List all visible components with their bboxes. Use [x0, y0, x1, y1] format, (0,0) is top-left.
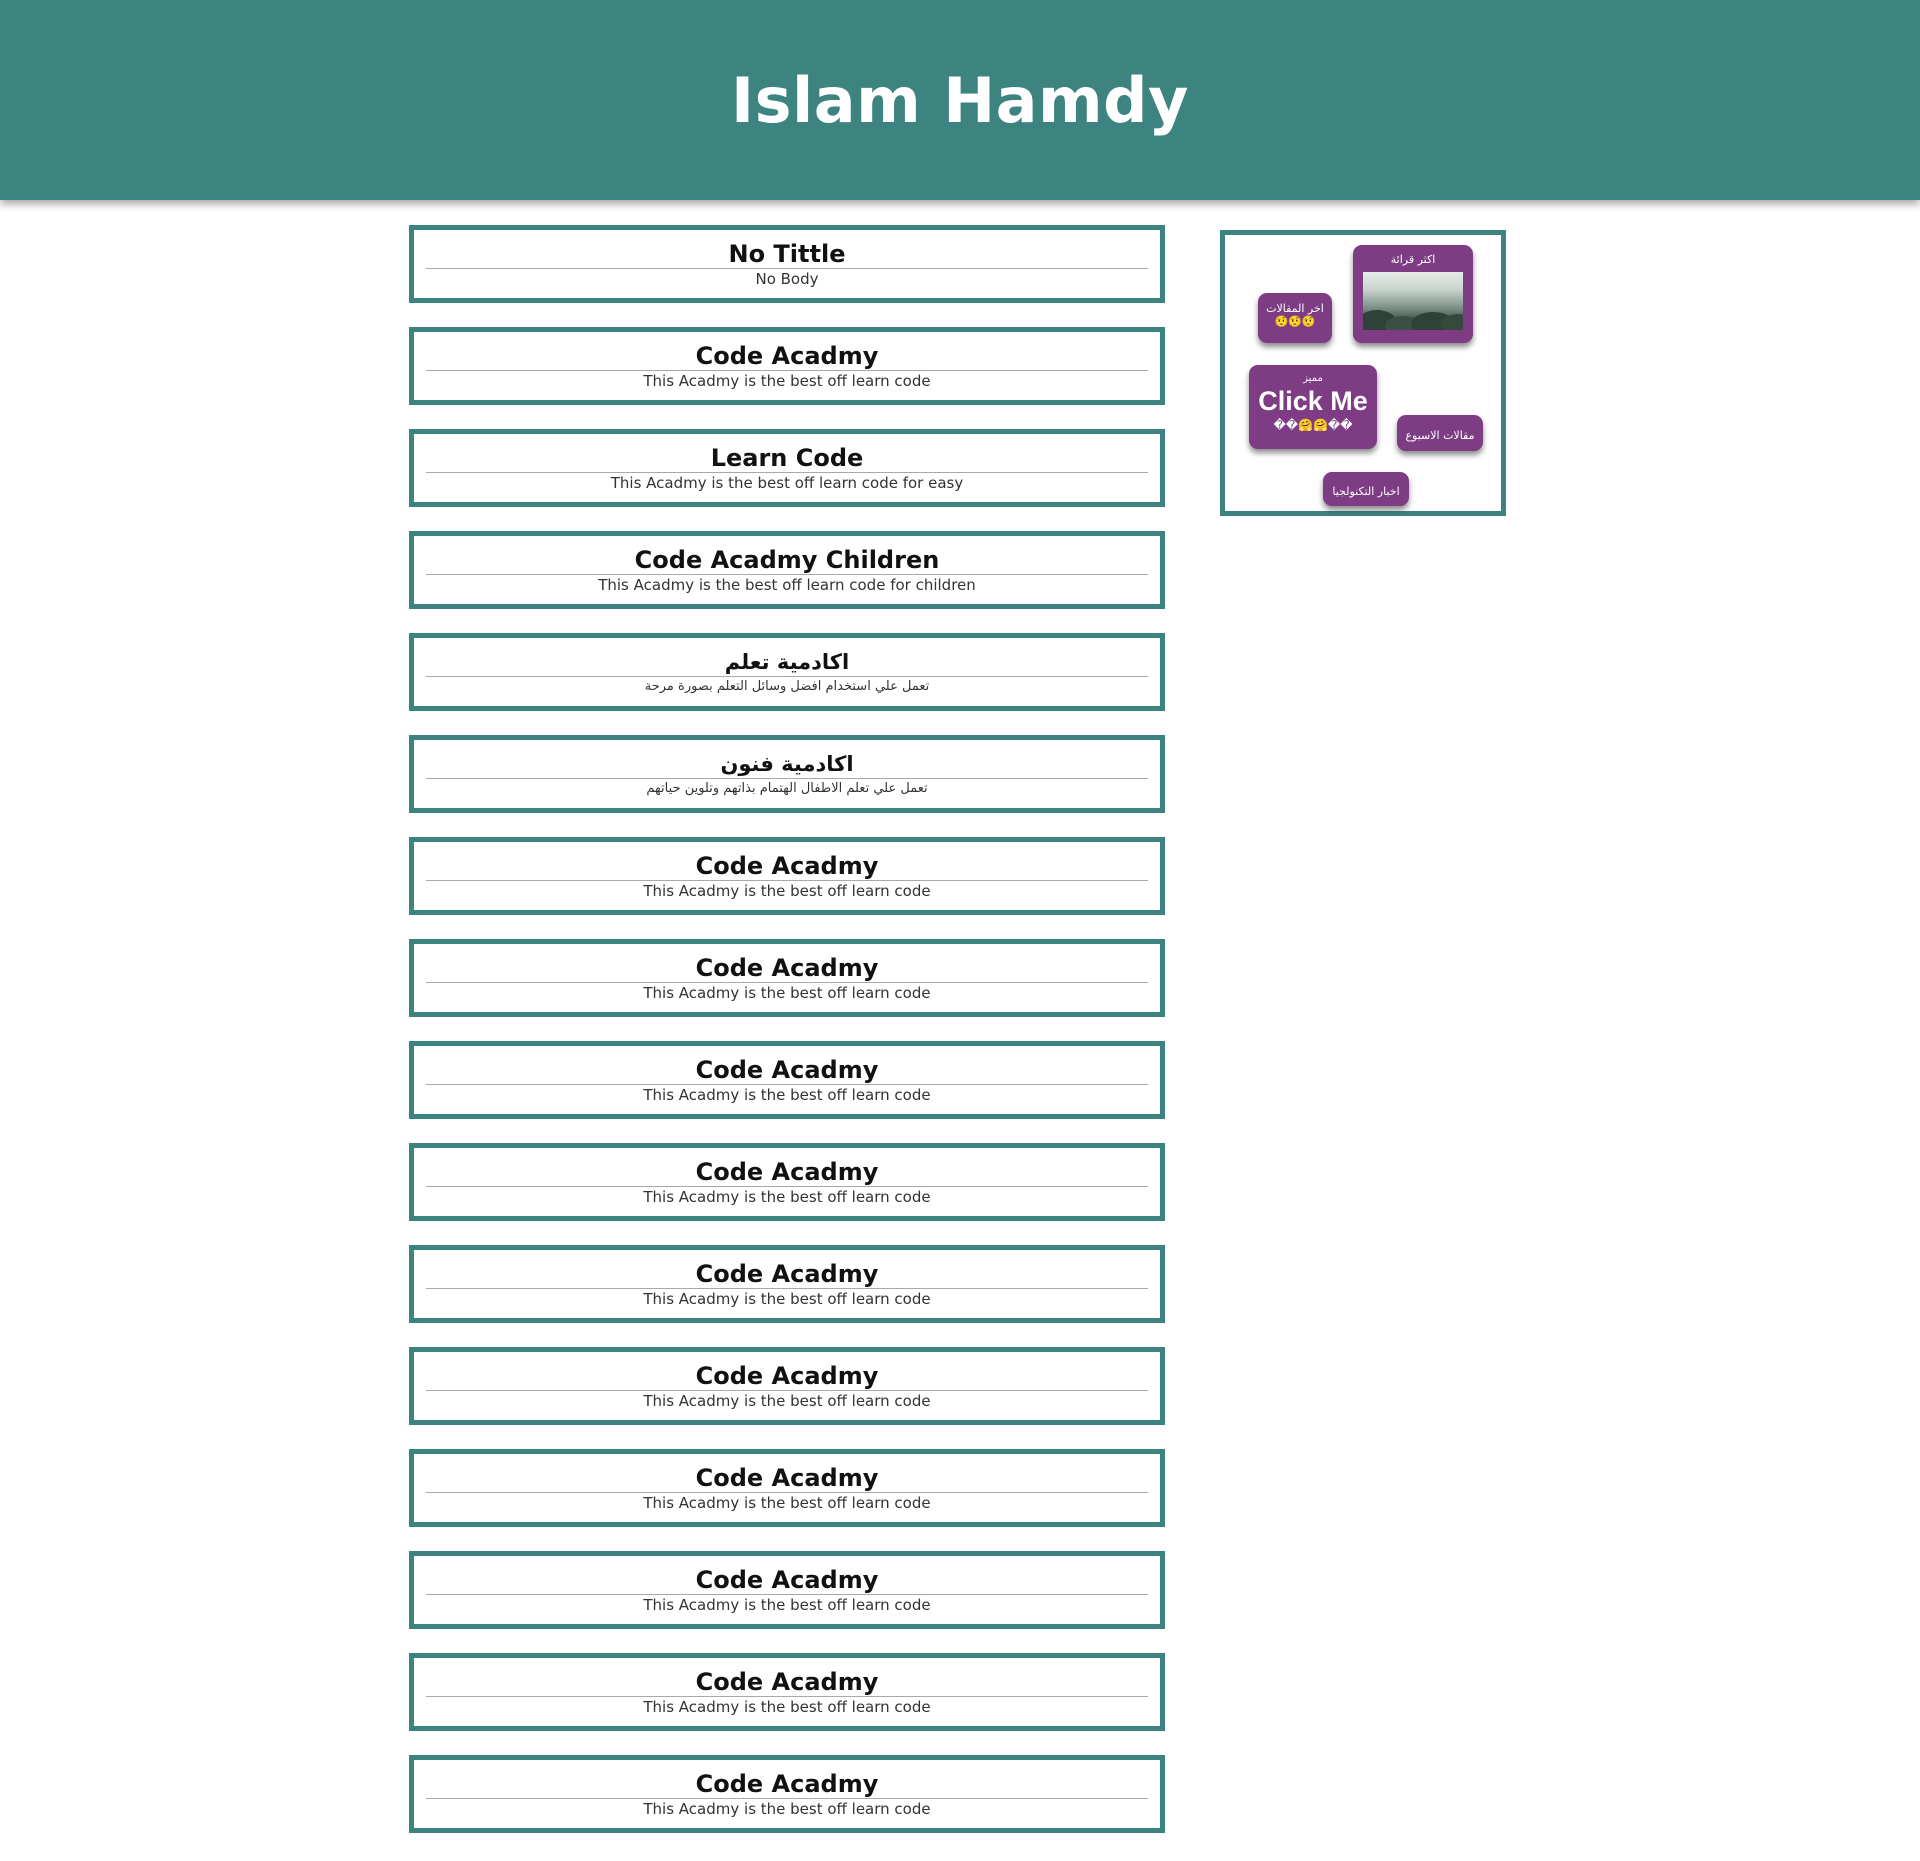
site-header: Islam Hamdy	[0, 0, 1920, 200]
post-body: تعمل علي تعلم الاطفال الهتمام بذاتهم وتل…	[646, 781, 928, 796]
post-body: This Acadmy is the best off learn code	[643, 1800, 931, 1818]
post-body: This Acadmy is the best off learn code	[643, 1188, 931, 1206]
post-card: Learn Code This Acadmy is the best off l…	[409, 429, 1165, 507]
thinking-emoji-icon: 🤨🤨🤨	[1274, 315, 1316, 328]
post-body: This Acadmy is the best off learn code	[643, 1596, 931, 1614]
click-me-label: Click Me	[1258, 386, 1368, 416]
post-card: Code Acadmy This Acadmy is the best off …	[409, 1041, 1165, 1119]
most-read-label: اكثر قرائة	[1390, 253, 1436, 266]
post-body: This Acadmy is the best off learn code f…	[598, 576, 976, 594]
post-title: Code Acadmy	[426, 1464, 1148, 1493]
week-articles-label: مقالات الاسبوع	[1405, 429, 1475, 442]
post-body: This Acadmy is the best off learn code	[643, 372, 931, 390]
post-card: Code Acadmy This Acadmy is the best off …	[409, 837, 1165, 915]
post-title: Code Acadmy	[426, 342, 1148, 371]
post-card: Code Acadmy This Acadmy is the best off …	[409, 327, 1165, 405]
post-body: This Acadmy is the best off learn code	[643, 1494, 931, 1512]
post-body: This Acadmy is the best off learn code	[643, 882, 931, 900]
post-title: Code Acadmy	[426, 1056, 1148, 1085]
sidebar-tag-cloud: اكثر قرائة اخر المقالات 🤨🤨🤨 مميز Click M…	[1220, 230, 1506, 516]
post-title: No Tittle	[426, 240, 1148, 269]
post-card: Code Acadmy This Acadmy is the best off …	[409, 1653, 1165, 1731]
post-card: Code Acadmy Children This Acadmy is the …	[409, 531, 1165, 609]
post-title: Code Acadmy	[426, 1770, 1148, 1799]
tech-news-tag[interactable]: اخبار التكنولجيا	[1323, 472, 1409, 506]
post-body: This Acadmy is the best off learn code	[643, 1392, 931, 1410]
featured-label: مميز	[1303, 373, 1323, 384]
post-title: اكادمية تعلم	[426, 648, 1148, 677]
post-body: This Acadmy is the best off learn code	[643, 984, 931, 1002]
post-card: Code Acadmy This Acadmy is the best off …	[409, 1551, 1165, 1629]
post-card: Code Acadmy This Acadmy is the best off …	[409, 1245, 1165, 1323]
post-body: تعمل علي استخدام افضل وسائل التعلم بصورة…	[644, 679, 930, 694]
post-title: Learn Code	[426, 444, 1148, 473]
post-title: Code Acadmy	[426, 1566, 1148, 1595]
post-title: Code Acadmy	[426, 1362, 1148, 1391]
featured-click-me-tag[interactable]: مميز Click Me ��🤗🤗��	[1249, 365, 1377, 449]
hugging-emoji-icon: ��🤗🤗��	[1273, 418, 1353, 432]
post-title: Code Acadmy Children	[426, 546, 1148, 575]
post-card: No Tittle No Body	[409, 225, 1165, 303]
post-title: Code Acadmy	[426, 954, 1148, 983]
post-card: اكادمية تعلم تعمل علي استخدام افضل وسائل…	[409, 633, 1165, 711]
post-body: This Acadmy is the best off learn code f…	[610, 474, 964, 492]
post-title: Code Acadmy	[426, 1260, 1148, 1289]
post-body: This Acadmy is the best off learn code	[643, 1086, 931, 1104]
post-body: No Body	[755, 270, 819, 288]
post-title: Code Acadmy	[426, 852, 1148, 881]
post-body: This Acadmy is the best off learn code	[643, 1698, 931, 1716]
post-card: اكادمية فنون تعمل علي تعلم الاطفال الهتم…	[409, 735, 1165, 813]
site-title: Islam Hamdy	[731, 63, 1189, 137]
post-card: Code Acadmy This Acadmy is the best off …	[409, 1755, 1165, 1833]
latest-articles-label: اخر المقالات	[1266, 302, 1324, 315]
post-title: Code Acadmy	[426, 1158, 1148, 1187]
post-title: Code Acadmy	[426, 1668, 1148, 1697]
posts-list: No Tittle No Body Code Acadmy This Acadm…	[409, 225, 1165, 1857]
post-card: Code Acadmy This Acadmy is the best off …	[409, 1449, 1165, 1527]
post-card: Code Acadmy This Acadmy is the best off …	[409, 939, 1165, 1017]
post-card: Code Acadmy This Acadmy is the best off …	[409, 1143, 1165, 1221]
post-body: This Acadmy is the best off learn code	[643, 1290, 931, 1308]
tech-news-label: اخبار التكنولجيا	[1332, 485, 1400, 498]
post-title: اكادمية فنون	[426, 750, 1148, 779]
post-card: Code Acadmy This Acadmy is the best off …	[409, 1347, 1165, 1425]
most-read-tag[interactable]: اكثر قرائة	[1353, 245, 1473, 343]
foggy-forest-image	[1363, 272, 1463, 330]
week-articles-tag[interactable]: مقالات الاسبوع	[1397, 415, 1483, 451]
latest-articles-tag[interactable]: اخر المقالات 🤨🤨🤨	[1258, 293, 1332, 343]
